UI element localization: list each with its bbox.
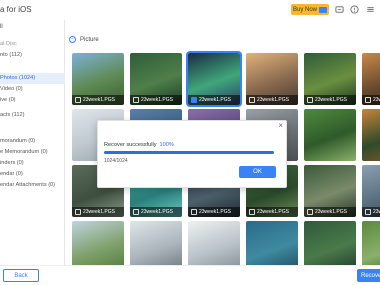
photo-checkbox[interactable] xyxy=(75,97,81,103)
photo-checkbox[interactable] xyxy=(133,97,139,103)
title-bar: a for iOS Buy Now xyxy=(0,0,380,20)
photo-filename: 23week1.PGS xyxy=(141,97,173,103)
photo-caption: 23week1.PGS xyxy=(246,207,298,217)
photo-caption: 23week1.PGS xyxy=(304,95,356,105)
photo-tile[interactable]: 23week1.PGS xyxy=(186,51,242,107)
photo-caption: 23week1.PGS xyxy=(246,95,298,105)
photo-tile[interactable]: 23week1.PGS xyxy=(72,53,124,105)
buy-now-label: Buy Now xyxy=(292,6,317,13)
sidebar-item-8[interactable]: e Memorandum (0) xyxy=(0,147,65,158)
photo-filename: 23week1.PGS xyxy=(315,97,347,103)
photo-filename: 23week1.PGS xyxy=(373,209,380,215)
photo-checkbox[interactable] xyxy=(249,209,255,215)
sidebar-item-photos[interactable]: Photos (1024) xyxy=(0,73,65,84)
sidebar-item-9[interactable]: inders (0) xyxy=(0,158,65,169)
photo-caption: 23week1.PGS xyxy=(362,95,380,105)
photo-caption: 23week1.PGS xyxy=(72,207,124,217)
photo-caption: 23week1.PGS xyxy=(188,207,240,217)
photo-checkbox[interactable] xyxy=(249,97,255,103)
photo-tile[interactable] xyxy=(362,109,380,161)
photo-tile[interactable]: 23week1.PGS xyxy=(362,165,380,217)
photo-tile[interactable]: 23week1.PGS xyxy=(362,53,380,105)
photo-caption: 23week1.PGS xyxy=(130,95,182,105)
photo-checkbox[interactable] xyxy=(75,209,81,215)
sidebar-item-3[interactable]: Video (0) xyxy=(0,84,65,95)
message-icon[interactable] xyxy=(335,5,344,14)
photo-filename: 23week1.PGS xyxy=(257,209,289,215)
footer-bar: Back Recove xyxy=(0,265,380,285)
recover-status: Recover successfully 100% xyxy=(104,142,174,148)
sidebar-item-1[interactable]: nto (112) xyxy=(0,50,65,61)
cart-icon xyxy=(319,6,327,13)
recover-button[interactable]: Recove xyxy=(357,269,380,282)
photo-checkbox[interactable] xyxy=(365,97,371,103)
photo-checkbox[interactable] xyxy=(133,209,139,215)
sidebar-item-6[interactable] xyxy=(0,121,65,132)
sidebar-item-0[interactable]: al Disc xyxy=(0,39,65,50)
photo-caption: 23week1.PGS xyxy=(130,207,182,217)
photo-filename: 23week1.PGS xyxy=(315,209,347,215)
photo-checkbox[interactable] xyxy=(191,97,197,103)
photo-checkbox[interactable] xyxy=(307,209,313,215)
breadcrumb-label: Picture xyxy=(80,36,99,43)
photo-caption: 23week1.PGS xyxy=(188,95,240,105)
photo-tile[interactable]: 23week1.PGS xyxy=(130,53,182,105)
photo-caption: 23week1.PGS xyxy=(72,95,124,105)
photo-tile[interactable]: 23week1.PGS xyxy=(246,53,298,105)
progress-bar xyxy=(104,151,274,154)
photo-filename: 23week1.PGS xyxy=(373,97,380,103)
photo-checkbox[interactable] xyxy=(365,209,371,215)
progress-fill xyxy=(104,151,274,154)
photo-tile[interactable]: 23week1.PGS xyxy=(304,53,356,105)
photo-filename: 23week1.PGS xyxy=(199,97,231,103)
photo-checkbox[interactable] xyxy=(307,97,313,103)
photo-caption: 23week1.PGS xyxy=(362,207,380,217)
recover-status-text: Recover successfully xyxy=(104,142,157,148)
collapse-icon[interactable]: − xyxy=(69,36,76,43)
photo-filename: 23week1.PGS xyxy=(257,97,289,103)
app-title: a for iOS xyxy=(0,5,32,14)
app-window: a for iOS Buy Now ll al Disc nto (112) P… xyxy=(0,0,380,285)
photo-filename: 23week1.PGS xyxy=(83,97,115,103)
sidebar-item-10[interactable]: endar (0) xyxy=(0,169,65,180)
photo-tile[interactable]: 23week1.PGS xyxy=(304,165,356,217)
sidebar-item-all[interactable]: ll xyxy=(0,22,65,33)
menu-icon[interactable] xyxy=(366,5,375,14)
photo-tile[interactable] xyxy=(304,109,356,161)
back-button[interactable]: Back xyxy=(3,269,39,282)
recover-dialog: × Recover successfully 100% 1024/1024 OK xyxy=(97,120,287,188)
buy-now-button[interactable]: Buy Now xyxy=(291,4,329,15)
sidebar-item-11[interactable]: endar Attachments (0) xyxy=(0,180,65,191)
photo-filename: 23week1.PGS xyxy=(83,209,115,215)
photo-filename: 23week1.PGS xyxy=(199,209,231,215)
sidebar-item-4[interactable]: ive (0) xyxy=(0,95,65,106)
help-icon[interactable] xyxy=(350,5,359,14)
photo-filename: 23week1.PGS xyxy=(141,209,173,215)
photo-checkbox[interactable] xyxy=(191,209,197,215)
photo-caption: 23week1.PGS xyxy=(304,207,356,217)
breadcrumb: − Picture xyxy=(69,36,99,43)
recover-percent: 100% xyxy=(159,142,174,148)
sidebar-item-7[interactable]: morandum (0) xyxy=(0,136,65,147)
sidebar: ll al Disc nto (112) Photos (1024) Video… xyxy=(0,20,65,265)
sidebar-item-5[interactable]: acts (112) xyxy=(0,110,65,121)
close-icon[interactable]: × xyxy=(278,122,283,130)
recover-count: 1024/1024 xyxy=(104,158,128,164)
ok-button[interactable]: OK xyxy=(239,166,276,178)
